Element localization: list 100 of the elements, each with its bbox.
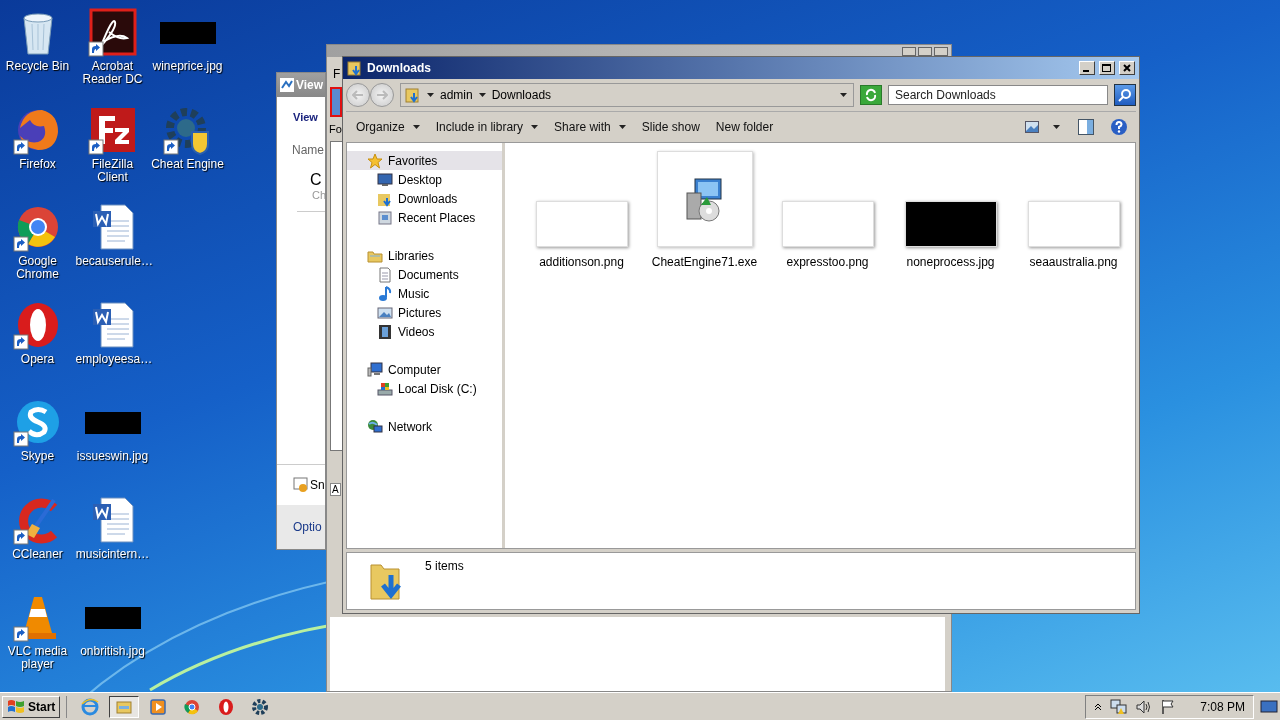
menu-item[interactable]: F [333, 67, 341, 81]
breadcrumb[interactable]: admin [440, 88, 473, 102]
search-icon [1118, 88, 1132, 102]
music-note-icon [377, 285, 393, 302]
toolbar-button[interactable]: Organize [350, 117, 426, 137]
chevron-up-icon[interactable] [1094, 702, 1103, 711]
start-button[interactable]: Start [2, 695, 61, 718]
file-name[interactable]: expresstoo.png [786, 255, 869, 269]
checkbox-label: Sn [310, 478, 325, 492]
icon-label[interactable]: Opera [20, 352, 55, 366]
caret-icon [412, 125, 420, 129]
nav-item[interactable]: Recent Places [347, 208, 502, 227]
icon-label[interactable]: employeesa… [75, 352, 150, 366]
speaker-icon[interactable] [1136, 698, 1153, 715]
icon-label[interactable]: Acrobat Reader DC [75, 60, 150, 86]
minimize-icon [1083, 70, 1089, 72]
image-thumbnail[interactable] [781, 201, 874, 247]
icon-label[interactable]: onbritish.jpg [80, 645, 145, 658]
media-player-icon [149, 697, 168, 716]
search-field[interactable]: Search Downloads [888, 85, 1108, 105]
network-icon[interactable] [1110, 698, 1129, 715]
maximize-icon [1102, 64, 1111, 72]
app-icon [280, 78, 294, 92]
link[interactable]: View [293, 111, 318, 123]
file-name[interactable]: CheatEngine71.exe [651, 255, 758, 269]
window-title: View [296, 78, 324, 92]
browser-icon [217, 697, 236, 716]
dropdown-caret-icon [840, 93, 847, 97]
refresh-icon [864, 88, 878, 102]
caret-icon [1053, 125, 1060, 129]
icon-label[interactable]: Cheat Engine [151, 157, 224, 171]
icon-label[interactable]: Firefox [19, 157, 56, 171]
nav-item[interactable]: Music [347, 284, 502, 303]
folder-icon [347, 60, 363, 76]
file-name[interactable]: additionson.png [539, 255, 624, 269]
file-name[interactable]: noneprocess.jpg [906, 255, 995, 269]
views-icon[interactable] [1025, 121, 1039, 133]
nav-item[interactable]: Videos [347, 322, 502, 341]
icon-label[interactable]: Recycle Bin [5, 60, 70, 73]
nav-item[interactable]: Libraries [347, 246, 502, 265]
nav-item[interactable]: Computer [347, 360, 502, 379]
nav-item[interactable]: Desktop [347, 170, 502, 189]
back-arrow-icon [352, 90, 364, 100]
caret-icon [427, 93, 434, 97]
nav-item[interactable]: Local Disk (C:) [347, 379, 502, 398]
image-thumbnail[interactable] [904, 201, 997, 247]
caret-icon [478, 93, 486, 97]
nav-item[interactable]: Favorites [347, 151, 502, 170]
nav-item[interactable]: Downloads [347, 189, 502, 208]
gear-icon [251, 697, 270, 716]
icon-label[interactable]: issueswin.jpg [76, 450, 149, 463]
icon-label[interactable]: becauserule… [75, 255, 150, 268]
caret-icon [618, 125, 626, 129]
taskbar-button[interactable] [109, 695, 140, 718]
icon-label[interactable]: wineprice.jpg [152, 60, 223, 73]
nav-item[interactable]: Pictures [347, 303, 502, 322]
image-thumbnail[interactable] [1027, 201, 1120, 247]
window-title: Downloads [367, 61, 432, 75]
subtext: Ch [312, 189, 325, 201]
refresh-button[interactable] [860, 85, 882, 105]
preview-pane-icon[interactable] [1078, 119, 1094, 135]
browser-icon [183, 697, 202, 716]
search-button[interactable] [1114, 84, 1136, 106]
toolbar-button[interactable]: New folder [709, 117, 780, 137]
windows-flag-icon [7, 698, 25, 715]
tab[interactable]: A [330, 483, 341, 496]
icon-label[interactable]: musicintern… [75, 547, 150, 561]
nav-item[interactable]: Network [347, 417, 502, 436]
icon-label[interactable]: FileZilla Client [75, 157, 150, 184]
nav-item[interactable]: Documents [347, 265, 502, 284]
heading: C [310, 171, 322, 189]
column-header[interactable]: Name [292, 143, 324, 157]
film-icon [377, 323, 393, 340]
options-link[interactable]: Optio [293, 520, 322, 534]
toolbar-button[interactable]: Include in library [429, 117, 545, 137]
icon-label[interactable]: CCleaner [12, 547, 63, 561]
globe-icon [367, 418, 383, 435]
computer-icon [367, 361, 383, 378]
picture-icon [377, 304, 393, 321]
file-name[interactable]: seaaustralia.png [1029, 255, 1118, 269]
forward-arrow-icon [376, 90, 388, 100]
monitor-icon [377, 171, 393, 188]
item-count: 5 items [425, 559, 464, 573]
show-desktop-icon[interactable] [1260, 698, 1278, 715]
help-icon[interactable] [1110, 118, 1128, 136]
breadcrumb[interactable]: Downloads [491, 88, 552, 102]
image-thumbnail[interactable] [535, 201, 628, 247]
icon-label[interactable]: Google Chrome [0, 255, 75, 281]
drive-icon [377, 380, 393, 397]
address-bar[interactable]: admin Downloads [400, 83, 854, 107]
star-icon [367, 152, 383, 169]
file-thumbnail[interactable] [656, 151, 753, 247]
close-icon [1123, 64, 1131, 72]
icon-label[interactable]: Skype [20, 450, 55, 463]
clock[interactable]: 7:08 PM [1200, 699, 1245, 714]
browser-icon [81, 697, 100, 716]
toolbar-button[interactable]: Share with [548, 117, 632, 137]
flag-icon[interactable] [1160, 698, 1177, 715]
toolbar-button[interactable]: Slide show [635, 117, 706, 137]
icon-label[interactable]: VLC media player [0, 645, 75, 671]
